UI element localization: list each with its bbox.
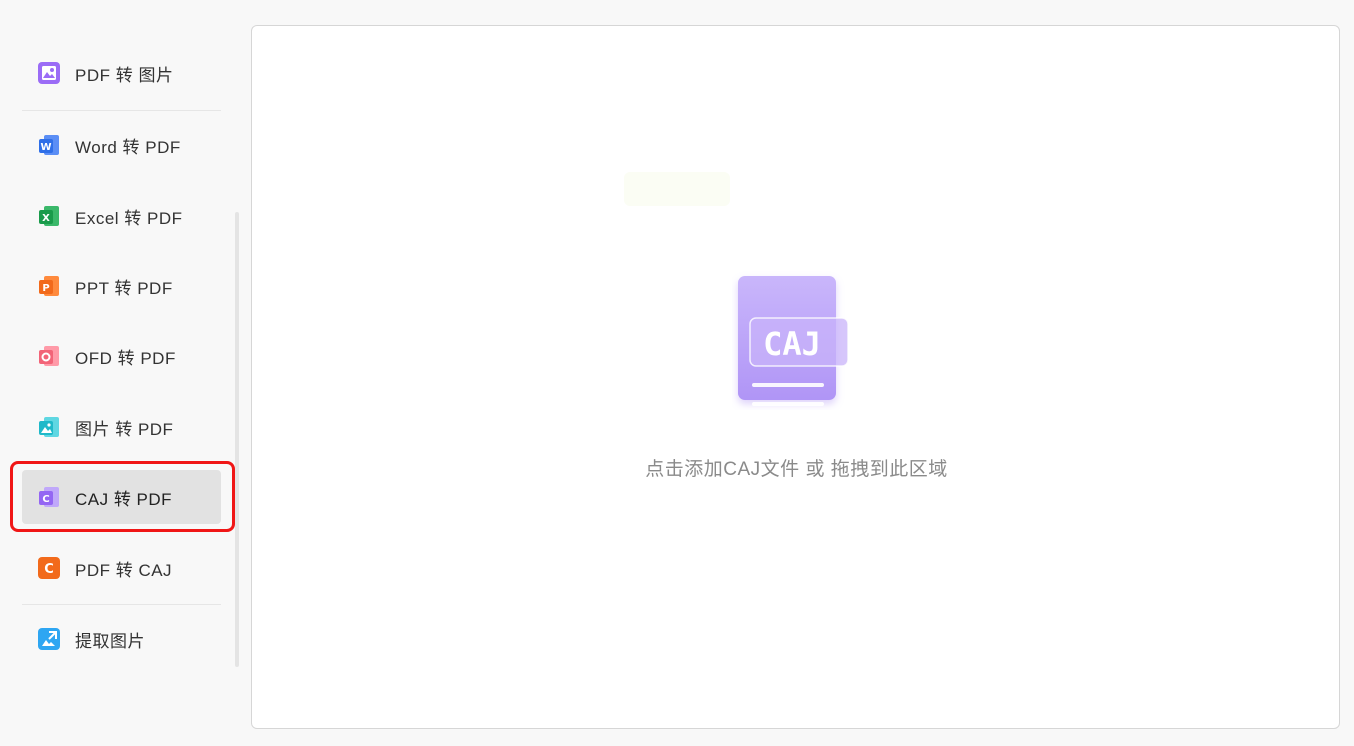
svg-text:X: X [42,213,50,224]
sidebar-item-extract-image[interactable]: 提取图片 [22,612,221,666]
sidebar-item-label: Word 转 PDF [75,137,181,157]
sidebar-item-label: PDF 转 CAJ [75,560,173,580]
caj-illustration-text: CAJ [763,325,821,363]
sidebar-item-excel-to-pdf[interactable]: X Excel 转 PDF [22,189,221,243]
divider [22,604,221,605]
sidebar-item-label: 图片 转 PDF [75,419,174,439]
sidebar-item-label: 提取图片 [75,631,145,651]
sidebar-item-pdf-to-image[interactable]: PDF 转 图片 [22,46,221,100]
caj-file-illustration: CAJ [732,270,862,410]
ofd-icon [37,344,61,368]
extract-image-icon [37,627,61,651]
sidebar-item-label: PDF 转 图片 [75,65,174,85]
sidebar-item-label: PPT 转 PDF [75,278,173,298]
app-window: PDF 转 图片 W Word 转 PDF X Excel 转 PDF P PP… [0,0,1354,746]
sidebar-item-image-to-pdf[interactable]: 图片 转 PDF [22,400,221,454]
svg-text:W: W [40,142,51,153]
file-drop-area[interactable]: CAJ 点击添加CAJ文件 或 拖拽到此区域 [251,25,1340,729]
pdf-to-caj-icon: C [37,556,61,580]
sidebar-item-pdf-to-caj[interactable]: C PDF 转 CAJ [22,541,221,595]
svg-text:C: C [42,494,49,505]
ppt-icon: P [37,274,61,298]
sidebar-scrollbar[interactable] [235,212,239,667]
pdf-to-image-icon [37,61,61,85]
caj-icon: C [37,485,61,509]
sidebar-item-word-to-pdf[interactable]: W Word 转 PDF [22,118,221,172]
sidebar-item-label: CAJ 转 PDF [75,489,173,509]
sidebar: PDF 转 图片 W Word 转 PDF X Excel 转 PDF P PP… [0,0,245,746]
divider [22,110,221,111]
sidebar-item-ppt-to-pdf[interactable]: P PPT 转 PDF [22,259,221,313]
excel-icon: X [37,204,61,228]
svg-text:C: C [44,562,54,577]
word-icon: W [37,133,61,157]
sidebar-item-label: Excel 转 PDF [75,208,183,228]
image-icon [37,415,61,439]
sidebar-item-label: OFD 转 PDF [75,348,176,368]
faint-badge [624,172,730,206]
drop-hint-text: 点击添加CAJ文件 或 拖拽到此区域 [645,459,948,480]
svg-text:P: P [42,283,49,294]
sidebar-item-ofd-to-pdf[interactable]: OFD 转 PDF [22,329,221,383]
sidebar-item-caj-to-pdf[interactable]: C CAJ 转 PDF [22,470,221,524]
